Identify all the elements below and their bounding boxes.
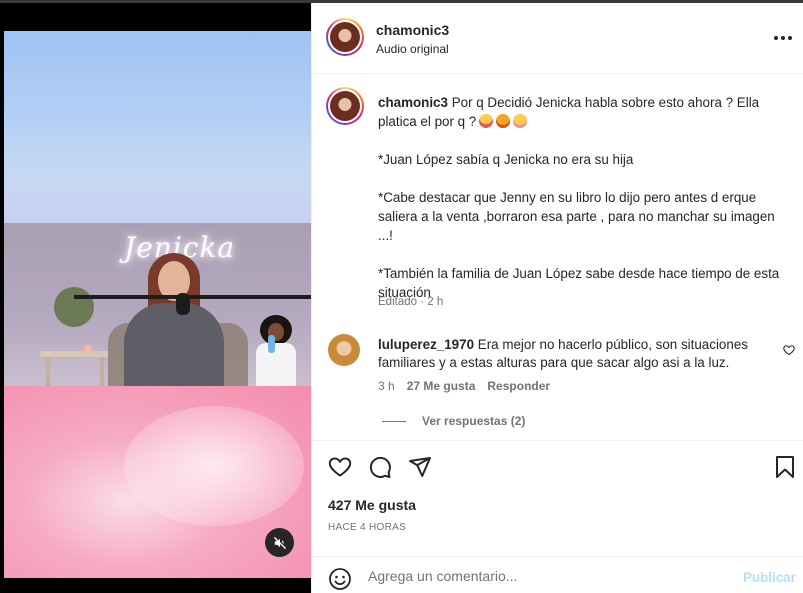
video-studio-frame: Jenicka [4,223,311,386]
likes-count[interactable]: 427 Me gusta [328,497,416,513]
audio-label[interactable]: Audio original [376,42,449,56]
avatar-photo [330,91,360,121]
comment-composer: Publicar [312,556,803,593]
view-replies-button[interactable]: Ver respuestas (2) [382,414,525,428]
table-leg [100,357,104,386]
caption-line: *Juan López sabía q Jenicka no era su hi… [378,152,634,167]
caption-line: *Cabe destacar que Jenny en su libro lo … [378,190,775,243]
post-time[interactable]: HACE 4 HORAS [328,522,406,533]
overlay-figure [254,315,298,386]
host-body [124,303,224,386]
face-woozy-emoji-icon [513,114,528,128]
mute-toggle-button[interactable] [265,528,294,557]
heart-icon [783,345,795,356]
letterbox-top [0,3,311,31]
video-pink-frame [4,386,311,578]
commenter-avatar[interactable] [328,334,360,366]
comment-button[interactable] [368,455,392,484]
video-sky-frame [4,31,311,223]
more-icon [774,36,778,40]
water-bottle [268,335,275,353]
host-figure [116,253,224,386]
edited-timestamp: Editado · 2 h [378,296,444,308]
post-caption: chamonic3 Por q Decidió Jenicka habla so… [378,93,788,302]
more-icon [788,36,792,40]
save-button[interactable] [774,455,796,484]
post-side-panel: chamonic3 Audio original chamonic3 Por q… [311,3,803,593]
face-angry-emoji-icon [496,114,511,128]
comment-text: luluperez_1970 Era mejor no hacerlo públ… [378,336,778,372]
more-options-button[interactable] [772,31,794,45]
table-leg [46,357,50,386]
letterbox-bottom [0,578,311,593]
author-avatar[interactable] [326,18,364,56]
reply-button[interactable]: Responder [487,379,550,393]
share-button[interactable] [408,455,432,484]
like-comment-button[interactable] [783,343,795,361]
comment-likes[interactable]: 27 Me gusta [407,379,476,393]
caption-username[interactable]: chamonic3 [378,95,448,110]
bookmark-icon [776,456,794,478]
overlay-body [256,343,296,386]
share-icon [409,457,431,477]
plant-decoration [54,287,94,327]
comment-input[interactable] [368,565,728,587]
author-username[interactable]: chamonic3 [376,22,449,38]
comment-icon [369,456,391,478]
mic-boom-arm [74,295,311,299]
post-media[interactable]: Jenicka [0,3,311,593]
caption-avatar[interactable] [326,87,364,125]
comment-meta: 3 h 27 Me gusta Responder [378,379,550,393]
candle [84,345,92,353]
post-header: chamonic3 Audio original [312,3,803,74]
heart-icon [328,457,352,477]
muted-speaker-icon [273,536,286,549]
face-screaming-emoji-icon [479,114,494,128]
commenter-username[interactable]: luluperez_1970 [378,337,474,352]
more-icon [781,36,785,40]
view-replies-label: Ver respuestas (2) [422,414,526,428]
publish-button[interactable]: Publicar [743,570,796,585]
avatar-photo [330,22,360,52]
comment-time[interactable]: 3 h [378,379,395,393]
like-button[interactable] [328,455,352,484]
post-actions [312,440,803,484]
emoji-picker-button[interactable] [328,567,352,593]
replies-divider [382,420,406,422]
emoji-icon [329,568,351,590]
